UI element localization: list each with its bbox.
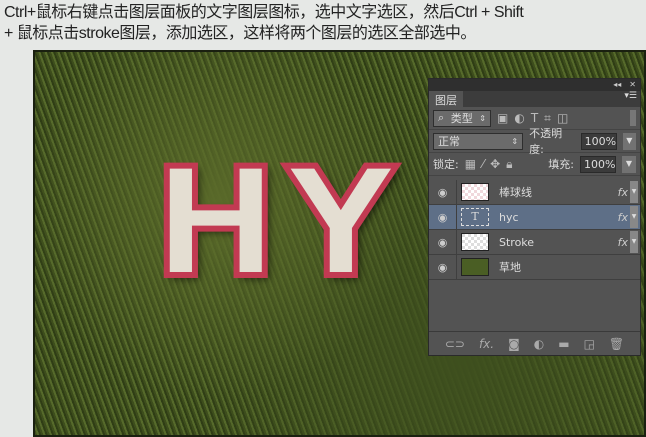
caption-line-1: Ctrl+鼠标右键点击图层面板的文字图层图标，选中文字选区，然后Ctrl + S… bbox=[4, 4, 524, 21]
adjustment-filter-icon[interactable]: ◐ bbox=[514, 111, 524, 125]
layers-panel: ◂◂ ✕ 图层 ▾☰ ⌕ 类型 ⇕ ▣ ◐ T ⌗ ◫ 正常 ⇕ 不透明度: 100% ▼… bbox=[428, 78, 641, 356]
new-layer-icon[interactable]: ◲ bbox=[584, 337, 595, 351]
layer-name: Stroke bbox=[499, 235, 535, 249]
add-layer-style-icon[interactable]: fx. bbox=[479, 337, 494, 351]
layer-name: 草地 bbox=[499, 261, 521, 274]
image-filter-icon[interactable]: ▣ bbox=[497, 111, 508, 125]
close-icon[interactable]: ✕ bbox=[629, 79, 636, 91]
lock-image-brush-icon[interactable]: ⁄ bbox=[482, 157, 484, 171]
opacity-label: 不透明度: bbox=[529, 127, 563, 156]
visibility-eye-icon[interactable]: ◉ bbox=[429, 205, 457, 229]
expand-effects-icon[interactable]: ▼ bbox=[630, 181, 638, 203]
visibility-eye-icon[interactable]: ◉ bbox=[429, 255, 457, 279]
layer-row[interactable]: ◉ T hyc fx ▼ bbox=[429, 205, 640, 230]
layer-row[interactable]: ◉ Stroke fx ▼ bbox=[429, 230, 640, 255]
smart-object-filter-icon[interactable]: ◫ bbox=[557, 111, 568, 125]
panel-menu-icon[interactable]: ▾☰ bbox=[624, 91, 640, 107]
layer-thumbnail[interactable] bbox=[461, 233, 489, 251]
layer-thumbnail[interactable] bbox=[461, 183, 489, 201]
link-layers-icon[interactable]: ⊂⊃ bbox=[445, 337, 465, 351]
lock-label: 锁定: bbox=[433, 158, 459, 171]
opacity-input[interactable]: 100% bbox=[580, 132, 617, 150]
instruction-caption: Ctrl+鼠标右键点击图层面板的文字图层图标，选中文字选区，然后Ctrl + S… bbox=[4, 2, 524, 44]
collapse-icon[interactable]: ◂◂ bbox=[613, 79, 621, 91]
visibility-eye-icon[interactable]: ◉ bbox=[429, 180, 457, 204]
layer-name: hyc bbox=[499, 210, 519, 224]
fill-label: 填充: bbox=[548, 158, 574, 171]
delete-layer-trash-icon[interactable]: 🗑︎ bbox=[609, 337, 624, 351]
caption-line-2: + 鼠标点击stroke图层，添加选区，这样将两个图层的选区全部选中。 bbox=[4, 25, 476, 42]
fx-icon[interactable]: fx bbox=[618, 236, 628, 249]
fx-icon[interactable]: fx bbox=[618, 186, 628, 199]
new-group-folder-icon[interactable]: ▬ bbox=[558, 337, 569, 351]
lock-all-icon[interactable]: 🔒︎ bbox=[506, 157, 512, 172]
new-adjustment-layer-icon[interactable]: ◐ bbox=[534, 337, 544, 351]
blend-mode-value: 正常 bbox=[438, 135, 460, 148]
baseball-stitch-text-artwork: HY bbox=[150, 137, 404, 311]
lock-position-move-icon[interactable]: ✥ bbox=[490, 157, 500, 171]
add-mask-icon[interactable]: ◙ bbox=[508, 337, 520, 351]
lock-transparent-icon[interactable]: ▦ bbox=[465, 157, 476, 171]
visibility-eye-icon[interactable]: ◉ bbox=[429, 230, 457, 254]
opacity-dropdown[interactable]: ▼ bbox=[622, 132, 636, 150]
blend-mode-select[interactable]: 正常 ⇕ bbox=[433, 132, 524, 150]
tab-layers[interactable]: 图层 bbox=[429, 91, 463, 107]
shape-filter-icon[interactable]: ⌗ bbox=[544, 111, 551, 126]
filter-kind-select[interactable]: ⌕ 类型 ⇕ bbox=[433, 109, 491, 127]
layer-row[interactable]: ◉ 棒球线 fx ▼ bbox=[429, 180, 640, 205]
expand-effects-icon[interactable]: ▼ bbox=[630, 231, 638, 253]
expand-effects-icon[interactable]: ▼ bbox=[630, 206, 638, 228]
filter-kind-value: 类型 bbox=[450, 112, 473, 125]
search-icon: ⌕ bbox=[438, 111, 445, 124]
layer-row[interactable]: ◉ 草地 bbox=[429, 255, 640, 280]
type-layer-thumbnail[interactable]: T bbox=[461, 208, 489, 226]
fx-icon[interactable]: fx bbox=[618, 211, 628, 224]
fill-input[interactable]: 100% bbox=[580, 155, 616, 173]
layer-name: 棒球线 bbox=[499, 186, 532, 199]
layer-thumbnail[interactable] bbox=[461, 258, 489, 276]
fill-dropdown[interactable]: ▼ bbox=[622, 155, 636, 173]
type-filter-icon[interactable]: T bbox=[531, 111, 538, 125]
filter-toggle[interactable] bbox=[630, 110, 636, 126]
